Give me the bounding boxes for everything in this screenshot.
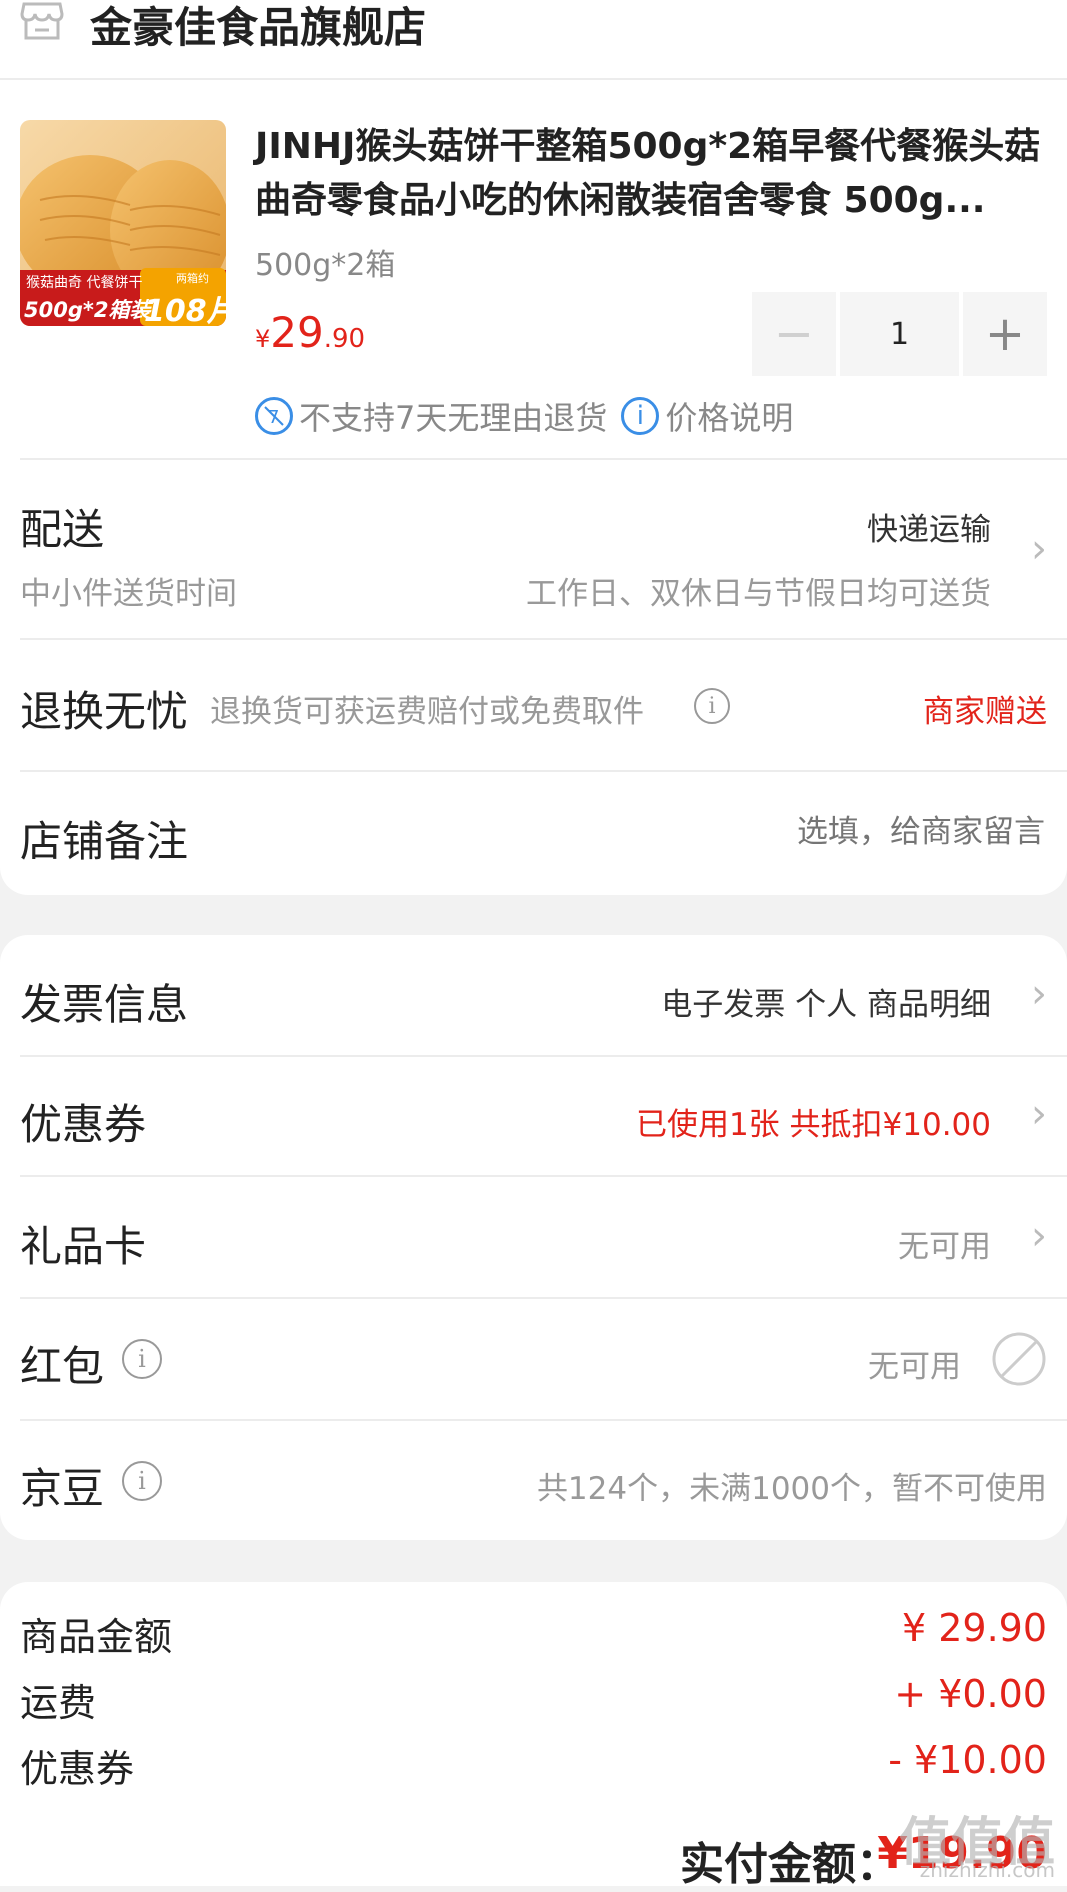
service-tags: 7 不支持7天无理由退货 i 价格说明: [255, 394, 793, 438]
product-thumbnail[interactable]: 猴菇曲奇 代餐饼干 500g*2箱装 两箱约 108片: [20, 120, 226, 326]
watermark-domain: zhizhizhi.com: [919, 1858, 1055, 1882]
divider: [20, 638, 1067, 640]
invoice-label: 发票信息: [20, 980, 189, 1029]
delivery-label: 配送: [20, 505, 105, 554]
jd-beans-label: 京豆: [20, 1464, 105, 1513]
delivery-time-label: 中小件送货时间: [20, 576, 237, 612]
thumb-badge-text: 猴菇曲奇 代餐饼干: [26, 275, 143, 291]
goods-amount-label: 商品金额: [20, 1615, 173, 1659]
price-info-link[interactable]: 价格说明: [665, 393, 793, 439]
price-currency: ¥: [255, 325, 271, 353]
return-worry-free-value: 商家赠送: [923, 694, 1047, 730]
info-icon[interactable]: i: [694, 688, 730, 724]
gift-card-value[interactable]: 无可用: [898, 1221, 991, 1266]
shop-note-input[interactable]: [623, 806, 1047, 858]
divider: [20, 770, 1067, 772]
chevron-right-icon[interactable]: ›: [1031, 1091, 1047, 1137]
product-spec: 500g*2箱: [255, 248, 396, 283]
thumb-corner-text: 两箱约: [176, 272, 209, 285]
delivery-method[interactable]: 快递运输: [867, 504, 991, 549]
shop-note-label: 店铺备注: [20, 817, 189, 866]
red-packet-label: 红包: [20, 1342, 105, 1391]
coupon-label: 优惠券: [20, 1100, 147, 1149]
gift-card-label: 礼品卡: [20, 1222, 147, 1271]
coupon-discount-label: 优惠券: [20, 1747, 135, 1791]
divider: [0, 78, 1067, 80]
return-worry-free-desc: 退换货可获运费赔付或免费取件: [210, 694, 644, 730]
order-shop-card: 金豪佳食品旗舰店 猴菇曲奇 代餐饼干 500g*2箱装 两箱约 108 JINH…: [0, 0, 1067, 895]
total-label: 实付金额：: [680, 1839, 900, 1890]
disabled-icon[interactable]: [991, 1331, 1047, 1387]
invoice-value[interactable]: 电子发票 个人 商品明细: [661, 979, 991, 1024]
quantity-stepper: − 1 +: [752, 292, 1047, 376]
coupon-value[interactable]: 已使用1张 共抵扣¥10.00: [636, 1099, 991, 1144]
product-price: ¥29.90: [255, 308, 365, 357]
divider: [20, 1419, 1067, 1421]
jd-beans-value: 共124个，未满1000个，暂不可使用: [536, 1471, 1047, 1507]
chevron-right-icon[interactable]: ›: [1031, 1213, 1047, 1259]
info-icon[interactable]: i: [122, 1461, 162, 1501]
thumb-count-text: 108片: [144, 294, 226, 326]
price-decimal: .90: [323, 324, 366, 354]
thumb-pack-text: 500g*2箱装: [24, 298, 151, 322]
divider: [20, 1175, 1067, 1177]
coupon-discount-value: - ¥10.00: [888, 1738, 1047, 1782]
info-icon[interactable]: i: [621, 397, 660, 435]
store-icon: [20, 0, 64, 42]
chevron-right-icon[interactable]: ›: [1031, 526, 1047, 572]
goods-amount-value: ¥ 29.90: [901, 1606, 1047, 1650]
info-icon[interactable]: i: [122, 1339, 162, 1379]
shipping-label: 运费: [20, 1681, 97, 1725]
shipping-value: + ¥0.00: [894, 1672, 1047, 1716]
no-return-label: 不支持7天无理由退货: [299, 399, 608, 437]
divider: [20, 1297, 1067, 1299]
product-title[interactable]: JINHJ猴头菇饼干整箱500g*2箱早餐代餐猴头菇曲奇零食品小吃的休闲散装宿舍…: [255, 120, 1045, 228]
delivery-time-value: 工作日、双休日与节假日均可送货: [526, 576, 991, 612]
red-packet-value: 无可用: [868, 1349, 961, 1385]
shop-name[interactable]: 金豪佳食品旗舰店: [90, 0, 426, 55]
quantity-field[interactable]: 1: [840, 292, 959, 376]
increase-quantity-button[interactable]: +: [963, 292, 1047, 376]
payment-options-card: 发票信息 电子发票 个人 商品明细 › 优惠券 已使用1张 共抵扣¥10.00 …: [0, 935, 1067, 1540]
price-integer: 29: [270, 308, 324, 357]
chevron-right-icon[interactable]: ›: [1031, 971, 1047, 1017]
divider: [20, 458, 1067, 460]
divider: [20, 1055, 1067, 1057]
return-worry-free-label: 退换无忧: [20, 687, 189, 736]
no-return-icon: 7: [255, 397, 293, 435]
decrease-quantity-button[interactable]: −: [752, 292, 836, 376]
